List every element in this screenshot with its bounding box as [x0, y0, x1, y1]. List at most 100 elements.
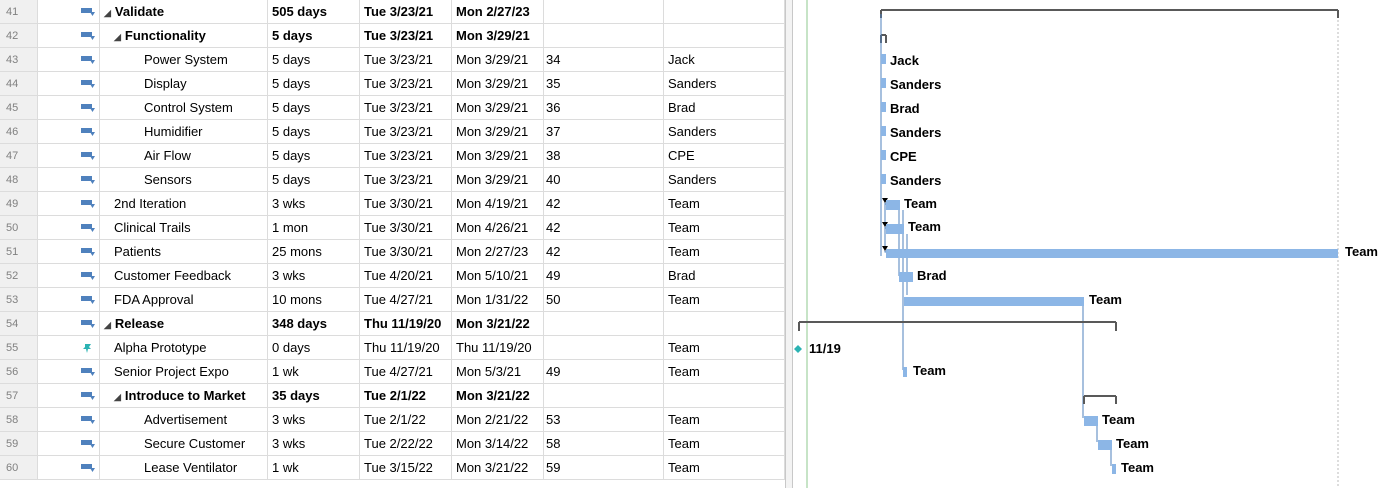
duration-cell[interactable]: 3 wks — [268, 408, 360, 432]
task-mode-cell[interactable] — [38, 312, 100, 336]
start-cell[interactable]: Tue 3/23/21 — [360, 48, 452, 72]
task-name-cell[interactable]: Clinical Trails — [100, 216, 268, 240]
predecessors-cell[interactable]: 36 — [544, 96, 664, 120]
summary-bar-release[interactable] — [798, 321, 1117, 331]
finish-cell[interactable]: Mon 3/29/21 — [452, 24, 544, 48]
predecessors-cell[interactable]: 49 — [544, 264, 664, 288]
finish-cell[interactable]: Thu 11/19/20 — [452, 336, 544, 360]
predecessors-cell[interactable]: 42 — [544, 216, 664, 240]
duration-cell[interactable]: 1 wk — [268, 360, 360, 384]
resource-cell[interactable] — [664, 312, 785, 336]
table-row[interactable]: 42 ◢ Functionality 5 days Tue 3/23/21 Mon 3/2… — [0, 24, 785, 48]
duration-cell[interactable]: 35 days — [268, 384, 360, 408]
task-mode-cell[interactable] — [38, 384, 100, 408]
table-row[interactable]: 60 Lease Ventilator 1 wk Tue 3/15/22 Mon 3/2… — [0, 456, 785, 480]
resource-cell[interactable]: Brad — [664, 264, 785, 288]
predecessors-cell[interactable] — [544, 384, 664, 408]
resource-cell[interactable]: Team — [664, 336, 785, 360]
table-row[interactable]: 51 Patients 25 mons Tue 3/30/21 Mon 2/27/23 4… — [0, 240, 785, 264]
finish-cell[interactable]: Mon 3/21/22 — [452, 456, 544, 480]
bar-patients[interactable] — [886, 249, 1338, 258]
start-cell[interactable]: Tue 3/23/21 — [360, 144, 452, 168]
bar-secure-customer[interactable] — [1098, 440, 1112, 450]
start-cell[interactable]: Tue 3/23/21 — [360, 24, 452, 48]
predecessors-cell[interactable] — [544, 24, 664, 48]
duration-cell[interactable]: 5 days — [268, 144, 360, 168]
finish-cell[interactable]: Mon 1/31/22 — [452, 288, 544, 312]
bar-advertisement[interactable] — [1084, 416, 1098, 426]
summary-bar-functionality[interactable] — [880, 34, 887, 43]
task-mode-cell[interactable] — [38, 0, 100, 24]
predecessors-cell[interactable]: 49 — [544, 360, 664, 384]
table-row[interactable]: 58 Advertisement 3 wks Tue 2/1/22 Mon 2/21/2… — [0, 408, 785, 432]
collapse-triangle-icon[interactable]: ◢ — [104, 1, 111, 23]
row-id[interactable]: 43 — [0, 48, 38, 72]
duration-cell[interactable]: 1 wk — [268, 456, 360, 480]
predecessors-cell[interactable]: 35 — [544, 72, 664, 96]
start-cell[interactable]: Tue 4/27/21 — [360, 288, 452, 312]
collapse-triangle-icon[interactable]: ◢ — [114, 385, 121, 407]
row-id[interactable]: 56 — [0, 360, 38, 384]
task-name-cell[interactable]: Customer Feedback — [100, 264, 268, 288]
task-mode-cell[interactable] — [38, 168, 100, 192]
table-row[interactable]: 46 Humidifier 5 days Tue 3/23/21 Mon 3/29/21… — [0, 120, 785, 144]
start-cell[interactable]: Tue 2/1/22 — [360, 408, 452, 432]
task-name-cell[interactable]: Senior Project Expo — [100, 360, 268, 384]
predecessors-cell[interactable]: 50 — [544, 288, 664, 312]
task-name-cell[interactable]: 2nd Iteration — [100, 192, 268, 216]
task-name-cell[interactable]: ◢ Functionality — [100, 24, 268, 48]
row-id[interactable]: 54 — [0, 312, 38, 336]
duration-cell[interactable]: 5 days — [268, 96, 360, 120]
table-row[interactable]: 43 Power System 5 days Tue 3/23/21 Mon 3/29/… — [0, 48, 785, 72]
table-row[interactable]: 48 Sensors 5 days Tue 3/23/21 Mon 3/29/21 40 S… — [0, 168, 785, 192]
finish-cell[interactable]: Mon 3/29/21 — [452, 96, 544, 120]
predecessors-cell[interactable]: 59 — [544, 456, 664, 480]
summary-bar-validate[interactable] — [880, 9, 1339, 18]
row-id[interactable]: 42 — [0, 24, 38, 48]
row-id[interactable]: 47 — [0, 144, 38, 168]
table-row[interactable]: 45 Control System 5 days Tue 3/23/21 Mon 3/2… — [0, 96, 785, 120]
task-name-cell[interactable]: Alpha Prototype — [100, 336, 268, 360]
finish-cell[interactable]: Mon 3/29/21 — [452, 48, 544, 72]
predecessors-cell[interactable] — [544, 0, 664, 24]
split-divider[interactable] — [785, 0, 793, 488]
row-id[interactable]: 58 — [0, 408, 38, 432]
predecessors-cell[interactable]: 38 — [544, 144, 664, 168]
predecessors-cell[interactable]: 42 — [544, 192, 664, 216]
finish-cell[interactable]: Mon 5/3/21 — [452, 360, 544, 384]
finish-cell[interactable]: Mon 3/29/21 — [452, 144, 544, 168]
finish-cell[interactable]: Mon 3/29/21 — [452, 120, 544, 144]
resource-cell[interactable]: CPE — [664, 144, 785, 168]
start-cell[interactable]: Tue 4/27/21 — [360, 360, 452, 384]
resource-cell[interactable] — [664, 384, 785, 408]
task-name-cell[interactable]: Secure Customer — [100, 432, 268, 456]
duration-cell[interactable]: 3 wks — [268, 432, 360, 456]
task-mode-cell[interactable] — [38, 216, 100, 240]
row-id[interactable]: 45 — [0, 96, 38, 120]
bar-power-system[interactable] — [881, 54, 886, 64]
row-id[interactable]: 59 — [0, 432, 38, 456]
predecessors-cell[interactable] — [544, 312, 664, 336]
bar-customer-feedback[interactable] — [899, 272, 913, 282]
table-row[interactable]: 49 2nd Iteration 3 wks Tue 3/30/21 Mon 4/19/… — [0, 192, 785, 216]
duration-cell[interactable]: 3 wks — [268, 192, 360, 216]
start-cell[interactable]: Tue 3/30/21 — [360, 240, 452, 264]
duration-cell[interactable]: 5 days — [268, 24, 360, 48]
predecessors-cell[interactable]: 53 — [544, 408, 664, 432]
finish-cell[interactable]: Mon 2/27/23 — [452, 240, 544, 264]
resource-cell[interactable]: Sanders — [664, 168, 785, 192]
start-cell[interactable]: Tue 3/30/21 — [360, 216, 452, 240]
task-name-cell[interactable]: ◢ Validate — [100, 0, 268, 24]
duration-cell[interactable]: 5 days — [268, 72, 360, 96]
resource-cell[interactable]: Team — [664, 432, 785, 456]
task-mode-cell[interactable] — [38, 288, 100, 312]
table-row[interactable]: 44 Display 5 days Tue 3/23/21 Mon 3/29/21 35 S… — [0, 72, 785, 96]
task-mode-cell[interactable] — [38, 48, 100, 72]
duration-cell[interactable]: 25 mons — [268, 240, 360, 264]
start-cell[interactable]: Tue 3/30/21 — [360, 192, 452, 216]
bar-air-flow[interactable] — [881, 150, 886, 160]
resource-cell[interactable] — [664, 0, 785, 24]
resource-cell[interactable]: Team — [664, 408, 785, 432]
duration-cell[interactable]: 505 days — [268, 0, 360, 24]
table-row[interactable]: 56 Senior Project Expo 1 wk Tue 4/27/21 Mon … — [0, 360, 785, 384]
